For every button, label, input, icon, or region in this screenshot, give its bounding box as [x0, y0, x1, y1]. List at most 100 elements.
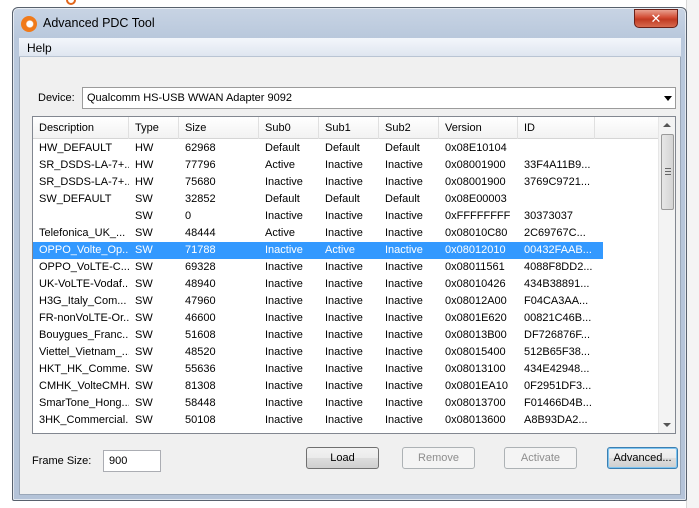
table-row[interactable]: UK-VoLTE-Vodaf... SW 48940 Inactive Inactive… [33, 276, 603, 293]
config-list[interactable]: Description Type Size Sub0 Sub1 Sub2 Version ID… [32, 116, 676, 434]
table-cell: Inactive [325, 312, 363, 324]
table-row[interactable]: Bouygues_Franc... SW 51608 Inactive Inactive… [33, 327, 603, 344]
dialog-body: Device: Qualcomm HS-USB WWAN Adapter 909… [19, 57, 681, 495]
table-cell: SW [135, 193, 153, 205]
table-cell: DF726876F... [524, 329, 591, 341]
table-row[interactable]: SR_DSDS-LA-7+... HW 75680 Inactive Inactive I… [33, 174, 603, 191]
table-cell: Default [265, 142, 300, 154]
table-cell: SW [135, 346, 153, 358]
table-cell: 0F2951DF3... [524, 380, 592, 392]
table-cell: OPPO_VoLTE-C... [39, 261, 129, 273]
title-bar[interactable]: Advanced PDC Tool ✕ [13, 8, 686, 38]
frame-size-input[interactable] [103, 450, 161, 472]
column-header[interactable]: Description [33, 117, 129, 139]
table-cell: Inactive [385, 363, 423, 375]
column-header[interactable]: ID [518, 117, 595, 139]
table-row[interactable]: Viettel_Vietnam_... SW 48520 Inactive Inacti… [33, 344, 603, 361]
table-row[interactable]: HKT_HK_Comme... SW 55636 Inactive Inactive In… [33, 361, 603, 378]
remove-button[interactable]: Remove [402, 447, 475, 469]
table-cell: Inactive [265, 176, 303, 188]
device-dropdown[interactable]: Qualcomm HS-USB WWAN Adapter 9092 [82, 87, 676, 109]
table-cell: Inactive [385, 397, 423, 409]
vertical-scrollbar[interactable] [658, 117, 675, 433]
table-cell: Inactive [265, 397, 303, 409]
frame-size-label: Frame Size: [32, 455, 92, 467]
menu-help[interactable]: Help [27, 41, 52, 55]
table-row[interactable]: 3HK_Commercial... SW 50108 Inactive Inactive… [33, 412, 603, 429]
table-cell: 00432FAAB... [524, 244, 592, 256]
table-cell: Inactive [325, 414, 363, 426]
table-row[interactable]: OPPO_Volte_Op... SW 71788 Inactive Active Ina… [33, 242, 603, 259]
table-cell: Inactive [325, 397, 363, 409]
table-cell: Active [325, 244, 355, 256]
table-cell: HKT_HK_Comme... [39, 363, 129, 375]
table-cell: HW [135, 176, 154, 188]
column-header[interactable]: Version [439, 117, 518, 139]
table-cell: 51608 [185, 329, 216, 341]
app-window: Advanced PDC Tool ✕ Help Device: Qualcom… [12, 7, 687, 501]
column-header[interactable]: Size [179, 117, 259, 139]
table-cell: 2C69767C... [524, 227, 586, 239]
table-row[interactable]: SR_DSDS-LA-7+... HW 77796 Active Inactive Ina… [33, 157, 603, 174]
table-cell: Inactive [265, 312, 303, 324]
scroll-down-icon[interactable] [663, 423, 671, 427]
table-cell: 0x08E10104 [445, 142, 507, 154]
activate-button[interactable]: Activate [504, 447, 577, 469]
table-cell: 0x08010C80 [445, 227, 508, 239]
column-header[interactable]: Sub1 [319, 117, 379, 139]
table-cell: SW [135, 329, 153, 341]
close-button[interactable]: ✕ [634, 9, 678, 28]
table-row[interactable]: SW_DEFAULT SW 32852 Default Default Default 0x… [33, 191, 603, 208]
scrollbar-thumb[interactable] [661, 134, 674, 210]
table-row[interactable]: H3G_Italy_Com... SW 47960 Inactive Inactive I… [33, 293, 603, 310]
table-cell: SW [135, 295, 153, 307]
table-cell: 0x0801E620 [445, 312, 507, 324]
table-cell: 71788 [185, 244, 216, 256]
chevron-down-icon[interactable] [664, 96, 672, 101]
table-cell: Inactive [325, 227, 363, 239]
table-cell: Inactive [385, 176, 423, 188]
table-cell: Inactive [325, 380, 363, 392]
table-cell: 48444 [185, 227, 216, 239]
column-header[interactable]: Sub2 [379, 117, 439, 139]
table-cell: 0x08E00003 [445, 193, 507, 205]
table-cell: 0x08001900 [445, 176, 506, 188]
table-cell: Inactive [385, 295, 423, 307]
column-header[interactable]: Type [129, 117, 179, 139]
table-cell: Inactive [265, 346, 303, 358]
table-cell: SW [135, 278, 153, 290]
table-row[interactable]: Telefonica_UK_... SW 48444 Active Inactive In… [33, 225, 603, 242]
table-cell: 3769C9721... [524, 176, 591, 188]
table-cell: 3HK_Commercial... [39, 414, 129, 426]
table-cell: CMHK_VolteCMH... [39, 380, 129, 392]
table-cell: SW [135, 363, 153, 375]
table-cell: Inactive [265, 210, 303, 222]
table-cell: 77796 [185, 159, 216, 171]
table-row[interactable]: OPPO_VoLTE-C... SW 69328 Inactive Inactive In… [33, 259, 603, 276]
table-cell: F04CA3AA... [524, 295, 589, 307]
table-cell: SR_DSDS-LA-7+... [39, 159, 129, 171]
table-cell: Inactive [385, 414, 423, 426]
desktop-top-strip [0, 0, 699, 6]
scroll-up-icon[interactable] [663, 123, 671, 127]
advanced-button[interactable]: Advanced... [607, 447, 678, 469]
device-selected-value: Qualcomm HS-USB WWAN Adapter 9092 [87, 92, 292, 104]
table-cell: Inactive [325, 261, 363, 273]
table-cell: Inactive [385, 261, 423, 273]
table-cell: UK-VoLTE-Vodaf... [39, 278, 129, 290]
table-row[interactable]: SW 0 Inactive Inactive Inactive 0xFFFFFFFF 303… [33, 208, 603, 225]
table-row[interactable]: HW_DEFAULT HW 62968 Default Default Default 0x… [33, 140, 603, 157]
table-row[interactable]: CMHK_VolteCMH... SW 81308 Inactive Inactive I… [33, 378, 603, 395]
list-header: Description Type Size Sub0 Sub1 Sub2 Version ID [33, 117, 659, 139]
window-title: Advanced PDC Tool [43, 16, 155, 30]
table-cell: Inactive [325, 176, 363, 188]
load-button[interactable]: Load [306, 447, 379, 469]
table-cell: F01466D4B... [524, 397, 592, 409]
table-row[interactable]: SmarTone_Hong... SW 58448 Inactive Inactive I… [33, 395, 603, 412]
table-cell: 69328 [185, 261, 216, 273]
table-cell: Inactive [385, 312, 423, 324]
table-cell: Default [325, 142, 360, 154]
column-header[interactable]: Sub0 [259, 117, 319, 139]
table-cell: 0xFFFFFFFF [445, 210, 511, 222]
table-row[interactable]: FR-nonVoLTE-Or... SW 46600 Inactive Inactive… [33, 310, 603, 327]
